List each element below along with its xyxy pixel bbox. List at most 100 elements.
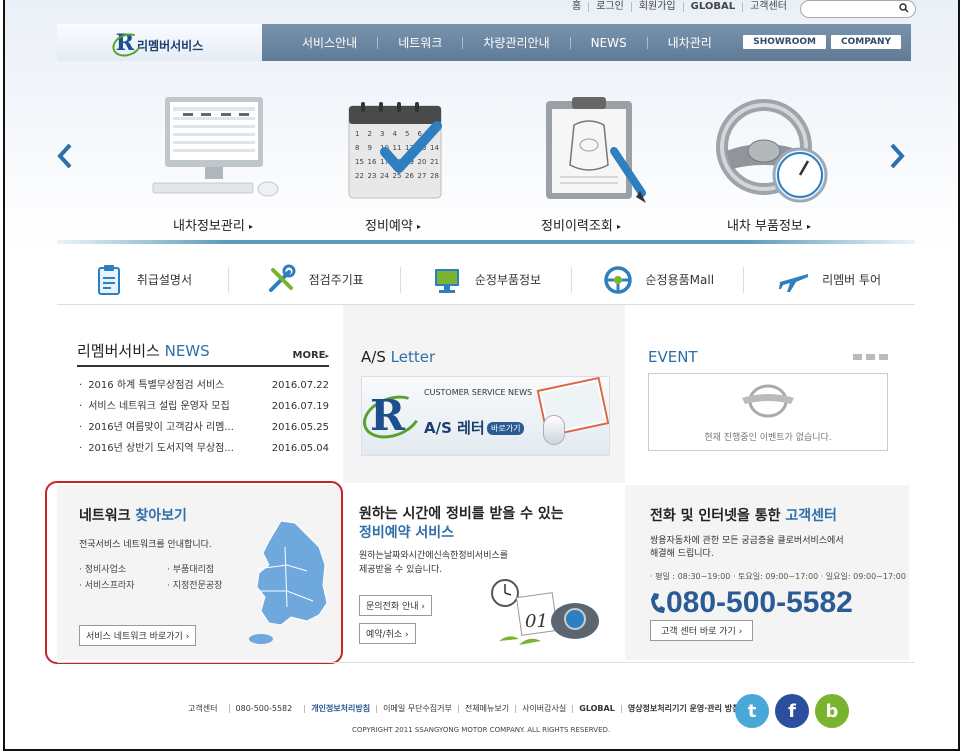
as-letter-title: A/S Letter [361, 348, 436, 366]
calendar-day-number: 28 [430, 172, 439, 180]
airplane-icon [779, 273, 809, 292]
quick-label-inspection: 점검주기표 [308, 273, 364, 287]
news-title: 리멤버서비스 NEWS [77, 342, 210, 360]
customer-center-go-button[interactable]: 고객 센터 바로 가기 › [650, 620, 754, 641]
as-letter-go-button[interactable]: 바로가기 [487, 422, 525, 435]
news-panel: 리멤버서비스 NEWS MORE▸ 2016 하계 특별무상점검 서비스2016… [77, 340, 329, 459]
monitor-icon [434, 268, 459, 293]
reservation-phone-button[interactable]: 문의전화 안내 › [359, 595, 433, 616]
util-support-link[interactable]: 고객센터 [742, 2, 794, 12]
util-join-link[interactable]: 회원가입 [630, 2, 683, 12]
reservation-title: 원하는 시간에 정비를 받을 수 있는 정비예약 서비스 [359, 506, 564, 541]
nav-buttons: SHOWROOM COMPANY [743, 35, 901, 49]
calendar-day-number: 23 [368, 172, 377, 180]
calendar-day-number: 5 [405, 130, 409, 138]
quick-label-mall: 순정용품Mall [645, 273, 715, 287]
news-item[interactable]: 2016년 여름맞이 고객감사 리멤...2016.05.25 [77, 417, 329, 438]
news-more-link[interactable]: MORE▸ [293, 350, 330, 361]
manual-icon [97, 264, 120, 295]
util-global-link[interactable]: GLOBAL [682, 2, 742, 12]
calendar-day-number: 27 [418, 172, 427, 180]
highlight-box [45, 481, 343, 664]
ssangyong-emblem-icon [742, 384, 794, 418]
quick-label-genuine-parts: 순정부품정보 [474, 273, 542, 287]
hero-label-history: 정비이력조회 [541, 219, 613, 234]
footer-privacy-link[interactable]: 개인정보처리방침 [304, 705, 376, 713]
main-menu: 서비스안내 네트워크 차량관리안내 NEWS 내차관리 [282, 24, 732, 61]
calendar-day-number: 16 [368, 158, 377, 166]
steering-wheel-icon [716, 99, 828, 203]
event-box: 현재 진행중인 이벤트가 없습니다. [648, 373, 888, 451]
footer-sitemap-link[interactable]: 전체메뉴보기 [457, 705, 515, 713]
event-pager[interactable] [853, 354, 888, 360]
calendar-day-number: 9 [368, 144, 372, 152]
nav-item-network[interactable]: 네트워크 [377, 36, 462, 49]
hero-arrow-icon: ▸ [248, 222, 253, 231]
quick-item-manual[interactable]: 취급설명서 [57, 264, 228, 295]
search-input[interactable] [800, 0, 916, 18]
logo-name: 리멤버서비스 [137, 39, 204, 53]
logo-mark: R [108, 29, 145, 60]
hero-arrow-icon: ▸ [616, 222, 621, 231]
footer-cctv-link[interactable]: 영상정보처리기기 운영·관리 방침 [620, 705, 746, 713]
carousel-next-icon[interactable] [889, 143, 905, 169]
nav-item-my-car[interactable]: 내차관리 [646, 36, 732, 49]
mouse-icon [543, 415, 565, 445]
page-frame: 홈 로그인 회원가입 GLOBAL 고객센터 R 리멤버서비스 서비스안내 네트… [3, 0, 960, 751]
reservation-panel: 원하는 시간에 정비를 받을 수 있는 정비예약 서비스 원하는날짜와시간에신속한… [359, 505, 619, 645]
hero-item-parts[interactable]: 내차 부품정보 ▸ [689, 90, 849, 234]
search-icon[interactable] [899, 3, 909, 13]
nav-item-car-care[interactable]: 차량관리안내 [462, 36, 569, 49]
footer-global-link[interactable]: GLOBAL [572, 705, 621, 713]
as-letter-logo: R [370, 391, 405, 440]
showroom-button[interactable]: SHOWROOM [743, 35, 826, 49]
copyright: COPYRIGHT 2011 SSANGYONG MOTOR COMPANY. … [352, 726, 611, 734]
twitter-icon[interactable]: t [735, 694, 769, 728]
carousel-prev-icon[interactable] [57, 143, 73, 169]
news-item[interactable]: 2016 하계 특별무상점검 서비스2016.07.22 [77, 375, 329, 396]
util-home-link[interactable]: 홈 [565, 2, 588, 12]
company-button[interactable]: COMPANY [831, 35, 901, 49]
hero-arrow-icon: ▸ [807, 222, 812, 231]
clipboard-car-icon [546, 97, 646, 203]
hero-label-reservation: 정비예약 [365, 219, 413, 234]
event-empty-text: 현재 진행중인 이벤트가 없습니다. [704, 433, 832, 443]
news-list: 2016 하계 특별무상점검 서비스2016.07.22 서비스 네트워크 설립… [77, 375, 329, 459]
footer-cyber-link[interactable]: 사이버감사실 [515, 705, 572, 713]
customer-center-hours: · 평일 : 08:30~19:00 · 토요일: 09:00~17:00 · … [650, 572, 906, 581]
quick-item-tour[interactable]: 리멤버 투어 [743, 266, 915, 293]
footer-divider [57, 662, 915, 663]
news-item[interactable]: 서비스 네트워크 설립 운영자 모집2016.07.19 [77, 396, 329, 417]
hero-item-history[interactable]: 정비이력조회 ▸ [501, 90, 661, 234]
customer-center-phone[interactable]: 080-500-5582 [650, 586, 895, 620]
hero-label-car-info: 내차정보관리 [173, 219, 245, 234]
quick-item-genuine-parts[interactable]: 순정부품정보 [399, 266, 572, 293]
hero-item-car-info[interactable]: 내차정보관리 ▸ [133, 90, 293, 234]
quick-item-inspection[interactable]: 점검주기표 [227, 264, 400, 293]
social-links: tfb [735, 694, 849, 728]
calendar-day-number: 1 [355, 130, 359, 138]
blog-icon[interactable]: b [815, 694, 849, 728]
nav-item-news[interactable]: NEWS [569, 36, 647, 49]
util-login-link[interactable]: 로그인 [588, 2, 631, 12]
customer-center-title: 전화 및 인터넷을 통한 고객센터 [650, 508, 837, 524]
news-item[interactable]: 2016년 상반기 도서지역 무상점...2016.05.04 [77, 438, 329, 459]
reservation-cancel-button[interactable]: 예약/취소 › [359, 623, 416, 644]
as-letter-banner[interactable]: R CUSTOMER SERVICE NEWS A/S 레터 바로가기 [361, 376, 610, 456]
calendar-day-number: 3 [380, 130, 384, 138]
quick-label-tour: 리멤버 투어 [822, 273, 882, 287]
logo[interactable]: R 리멤버서비스 [57, 24, 262, 61]
calendar-day-number: 14 [430, 144, 439, 152]
footer-no-email-link[interactable]: 이메일 무단수집거부 [376, 705, 458, 713]
calendar-check-icon: 1 2 3 4 5 6 78 9 10 11 12 13 1415 16 17 18 19 20 2122 23 24 2… [348, 102, 442, 199]
calendar-day-number: 24 [380, 172, 389, 180]
quick-label-manual: 취급설명서 [136, 273, 192, 287]
as-letter-name: A/S 레터 [424, 419, 485, 437]
facebook-icon[interactable]: f [775, 694, 809, 728]
calendar-day-number: 8 [355, 144, 359, 152]
hero-item-reservation[interactable]: 1 2 3 4 5 6 7 8 9 10 11 12 13 14 15 16 17 18 19 20 21 22 23 24 2… [313, 90, 473, 234]
calendar-day-number: 25 [393, 172, 402, 180]
as-letter-eyebrow: CUSTOMER SERVICE NEWS [424, 388, 533, 397]
quick-item-mall[interactable]: 순정용품Mall [571, 265, 743, 294]
nav-item-service[interactable]: 서비스안내 [282, 37, 377, 49]
